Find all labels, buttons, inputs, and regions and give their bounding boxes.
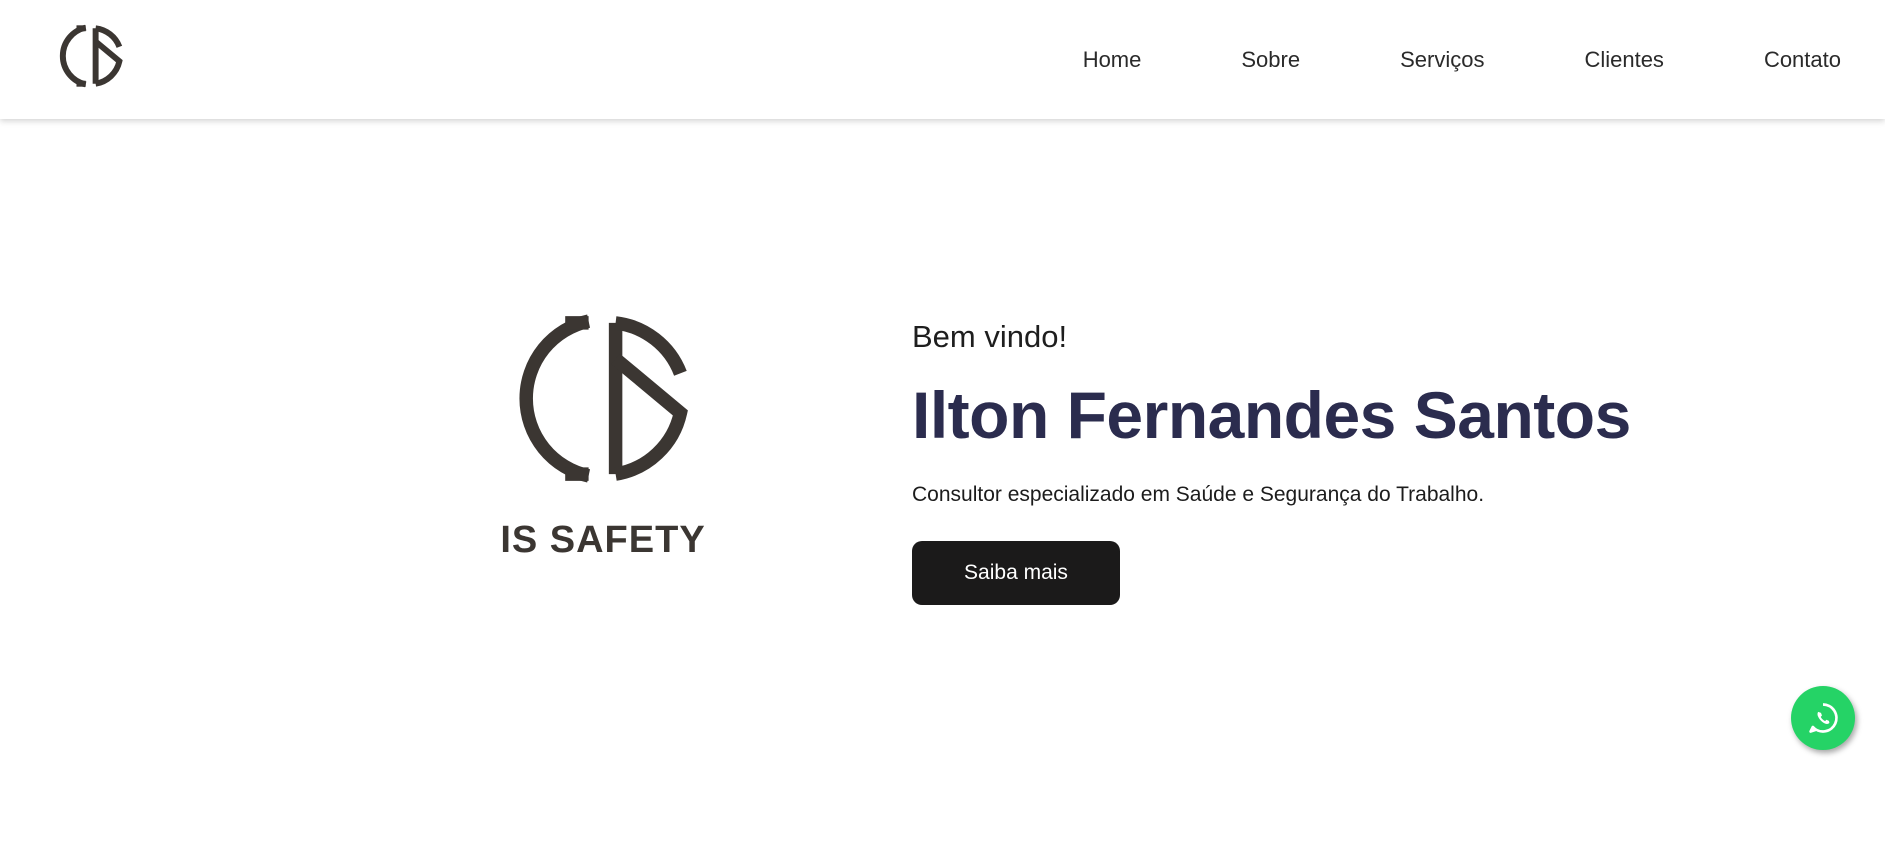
hero-name: Ilton Fernandes Santos	[912, 378, 1631, 453]
hero-text: Bem vindo! Ilton Fernandes Santos Consul…	[912, 318, 1632, 605]
nav-clientes[interactable]: Clientes	[1584, 48, 1663, 71]
nav-servicos[interactable]: Serviços	[1400, 48, 1484, 71]
site-header: Home Sobre Serviços Clientes Contato	[0, 0, 1885, 119]
nav-home[interactable]: Home	[1083, 48, 1142, 71]
whatsapp-icon	[1809, 703, 1838, 733]
main-nav: Home Sobre Serviços Clientes Contato	[1083, 0, 1841, 119]
is-monogram-large-icon	[519, 314, 688, 483]
nav-sobre[interactable]: Sobre	[1241, 48, 1300, 71]
greeting: Bem vindo!	[912, 319, 1068, 354]
hero-tagline: Consultor especializado em Saúde e Segur…	[912, 482, 1485, 506]
nav-contato[interactable]: Contato	[1764, 48, 1841, 71]
hero-logo: IS SAFETY	[500, 306, 706, 566]
saiba-mais-button[interactable]: Saiba mais	[912, 540, 1120, 605]
whatsapp-button[interactable]	[1791, 686, 1855, 750]
is-monogram-logo-icon	[59, 24, 123, 88]
brand-wordmark: IS SAFETY	[500, 519, 706, 561]
